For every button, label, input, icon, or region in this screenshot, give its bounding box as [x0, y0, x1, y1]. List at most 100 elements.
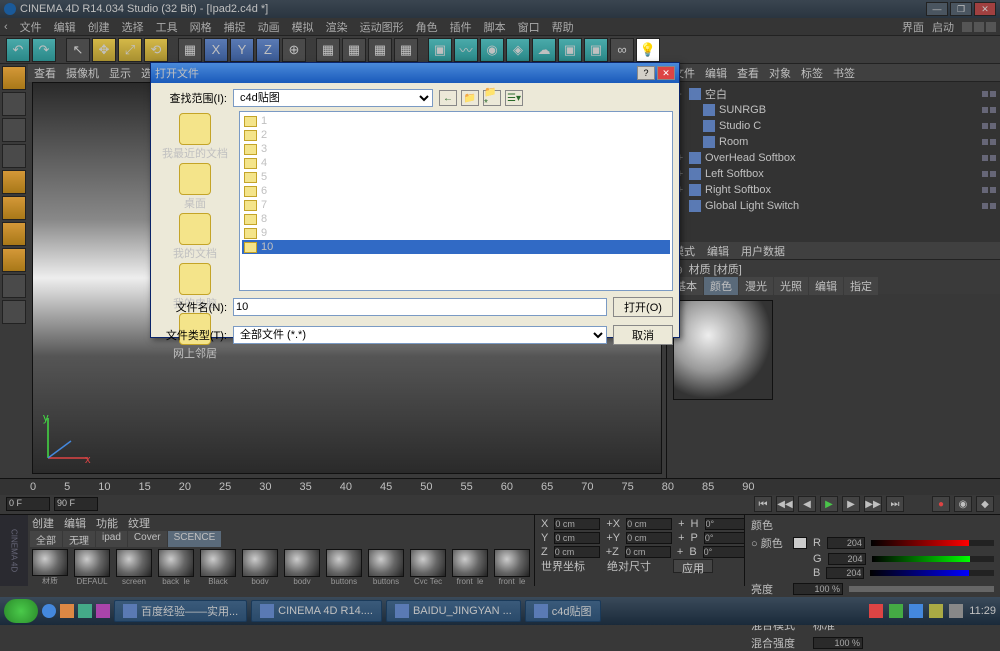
menu-render[interactable]: 渲染: [326, 19, 348, 35]
move-tool[interactable]: ✥: [92, 38, 116, 62]
camera-button[interactable]: ▣: [558, 38, 582, 62]
material-thumb[interactable]: Cyc Tec: [408, 549, 448, 584]
next-frame-button[interactable]: ▶: [842, 496, 860, 512]
coord-world-dropdown[interactable]: 世界坐标: [541, 558, 601, 574]
material-thumb[interactable]: body: [240, 549, 280, 584]
coord-y-size[interactable]: [626, 532, 672, 544]
scale-tool[interactable]: ⤢: [118, 38, 142, 62]
render-view-button[interactable]: ▦: [316, 38, 340, 62]
coord-x-size[interactable]: [626, 518, 672, 530]
vp-menu-display[interactable]: 显示: [109, 65, 131, 81]
tray-icon[interactable]: [909, 604, 923, 618]
tree-item[interactable]: SUNRGB: [671, 102, 996, 118]
tree-item[interactable]: +OverHead Softbox: [671, 150, 996, 166]
mat-tab-editor[interactable]: 编辑: [809, 277, 843, 295]
picture-viewer-button[interactable]: ▦: [394, 38, 418, 62]
mat-tab-diffusion[interactable]: 漫光: [739, 277, 773, 295]
brightness-field[interactable]: [793, 583, 843, 595]
axis-x-button[interactable]: X: [204, 38, 228, 62]
clock[interactable]: 11:29: [969, 605, 996, 617]
menu-animate[interactable]: 动画: [258, 19, 280, 35]
menu-plugins[interactable]: 插件: [450, 19, 472, 35]
next-key-button[interactable]: ▶▶: [864, 496, 882, 512]
place-item[interactable]: 我的文档: [173, 213, 217, 261]
snap-settings-button[interactable]: [2, 300, 26, 324]
attr-tab-edit[interactable]: 编辑: [707, 243, 729, 259]
brightness-slider[interactable]: [849, 586, 994, 592]
tree-item[interactable]: +Left Softbox: [671, 166, 996, 182]
menu-character[interactable]: 角色: [416, 19, 438, 35]
menu-snap[interactable]: 捕捉: [224, 19, 246, 35]
place-item[interactable]: 我最近的文档: [162, 113, 228, 161]
render-settings-button[interactable]: ▦: [368, 38, 392, 62]
file-list[interactable]: 12345678910: [239, 111, 673, 291]
texture-mode-button[interactable]: [2, 118, 26, 142]
tree-item[interactable]: Room: [671, 134, 996, 150]
last-tool[interactable]: ▦: [178, 38, 202, 62]
b-field[interactable]: [826, 567, 864, 579]
material-folder-tab[interactable]: ipad: [96, 531, 127, 547]
nav-back-button[interactable]: ←: [439, 90, 457, 106]
coord-scale-dropdown[interactable]: 绝对尺寸: [607, 558, 667, 574]
object-manager[interactable]: -空白SUNRGBStudio CRoom+OverHead Softbox+L…: [667, 82, 1000, 242]
vp-menu-camera[interactable]: 摄像机: [66, 65, 99, 81]
play-button[interactable]: ▶: [820, 496, 838, 512]
open-button[interactable]: 打开(O): [613, 297, 673, 317]
material-thumb[interactable]: buttons: [324, 549, 364, 584]
light-button[interactable]: ▣: [584, 38, 608, 62]
g-field[interactable]: [828, 553, 866, 565]
timeline-ruler[interactable]: 051015202530354045505560657075808590: [0, 479, 1000, 495]
material-folder-tab[interactable]: Cover: [128, 531, 167, 547]
tray-icon[interactable]: [929, 604, 943, 618]
coord-x-pos[interactable]: [554, 518, 600, 530]
color-swatch[interactable]: [793, 537, 807, 549]
taskbar-item[interactable]: CINEMA 4D R14....: [251, 600, 382, 622]
material-preview[interactable]: [673, 300, 773, 400]
attr-tab-userdata[interactable]: 用户数据: [741, 243, 785, 259]
coord-b[interactable]: [703, 546, 749, 558]
edge-mode-button[interactable]: [2, 196, 26, 220]
menu-edit[interactable]: 编辑: [54, 19, 76, 35]
material-folder-tab[interactable]: 无理: [63, 531, 95, 547]
nav-up-button[interactable]: 📁: [461, 90, 479, 106]
matmgr-tab-edit[interactable]: 编辑: [64, 515, 86, 531]
layout-icon[interactable]: [974, 22, 984, 32]
matmgr-tab-function[interactable]: 功能: [96, 515, 118, 531]
timeline-end-field[interactable]: 90 F: [54, 497, 98, 511]
obj-tab-edit[interactable]: 编辑: [705, 65, 727, 81]
mat-tab-assign[interactable]: 指定: [844, 277, 878, 295]
deformer-button[interactable]: ◈: [506, 38, 530, 62]
material-thumb[interactable]: back_le: [156, 549, 196, 584]
timeline-start-field[interactable]: 0 F: [6, 497, 50, 511]
material-thumb[interactable]: DEFAUL: [72, 549, 112, 584]
goto-end-button[interactable]: ⏭: [886, 496, 904, 512]
file-item[interactable]: 4: [242, 156, 670, 170]
quicklaunch-icon[interactable]: [78, 604, 92, 618]
minimize-button[interactable]: —: [926, 2, 948, 16]
tree-item[interactable]: +Right Softbox: [671, 182, 996, 198]
coord-z-size[interactable]: [625, 546, 671, 558]
material-folder-tab[interactable]: SCENCE: [168, 531, 222, 547]
cancel-button[interactable]: 取消: [613, 325, 673, 345]
select-tool[interactable]: ↖: [66, 38, 90, 62]
menu-file[interactable]: 文件: [20, 19, 42, 35]
layout-icon[interactable]: [986, 22, 996, 32]
render-region-button[interactable]: ▦: [342, 38, 366, 62]
workplane-button[interactable]: [2, 144, 26, 168]
file-item[interactable]: 8: [242, 212, 670, 226]
r-field[interactable]: [827, 537, 865, 549]
taskbar-item[interactable]: BAIDU_JINGYAN ...: [386, 600, 521, 622]
obj-tab-objects[interactable]: 对象: [769, 65, 791, 81]
material-thumb[interactable]: front_le: [450, 549, 490, 584]
material-thumb[interactable]: Black: [198, 549, 238, 584]
r-slider[interactable]: [871, 540, 994, 546]
tree-item[interactable]: Studio C: [671, 118, 996, 134]
vp-menu-view[interactable]: 查看: [34, 65, 56, 81]
filename-input[interactable]: [233, 298, 607, 316]
b-slider[interactable]: [870, 570, 994, 576]
tray-icon[interactable]: [889, 604, 903, 618]
menu-window[interactable]: 窗口: [518, 19, 540, 35]
prev-key-button[interactable]: ◀◀: [776, 496, 794, 512]
start-button[interactable]: [4, 599, 38, 623]
mat-tab-luminance[interactable]: 光照: [774, 277, 808, 295]
